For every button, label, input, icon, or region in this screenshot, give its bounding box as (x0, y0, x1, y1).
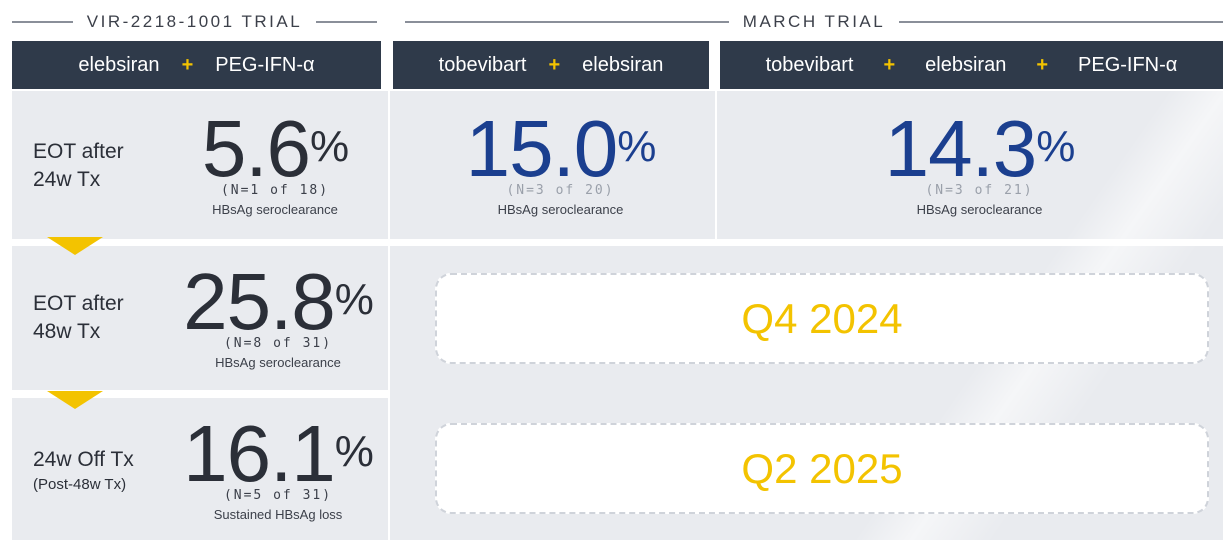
drug-name: elebsiran (582, 53, 664, 76)
combo-tobevibart-elebsiran: tobevibart + elebsiran (393, 41, 709, 89)
pending-q2-2025-box: Q2 2025 (435, 423, 1209, 514)
row-label-line: EOT after (33, 140, 124, 163)
drug-name: elebsiran (925, 53, 1007, 76)
row-label-eot-48w: EOT after 48w Tx (33, 290, 124, 346)
vir-trial-title: VIR-2218-1001 TRIAL (86, 12, 303, 31)
plus-sign: + (548, 53, 561, 76)
drug-name: PEG-IFN-α (1078, 53, 1178, 76)
stat-value: 16.1% (183, 409, 374, 498)
drug-name: tobevibart (765, 53, 854, 76)
drug-name: elebsiran (78, 53, 160, 76)
down-arrow-icon (47, 391, 103, 409)
pending-q4-2024-box: Q4 2024 (435, 273, 1209, 364)
row-label-line: EOT after (33, 292, 124, 315)
row-label-subline: (Post-48w Tx) (33, 476, 127, 493)
drug-name: tobevibart (438, 53, 527, 76)
stat-metric: Sustained HBsAg loss (213, 507, 343, 522)
combo-tobevibart-elebsiran-peg-ifn: tobevibart + elebsiran + PEG-IFN-α (720, 41, 1223, 89)
row-label-eot-24w: EOT after 24w Tx (33, 138, 124, 194)
stat-value: 15.0% (465, 104, 657, 193)
row-label-line: 48w Tx (33, 320, 101, 343)
plus-sign: + (181, 53, 194, 76)
drug-name: PEG-IFN-α (215, 53, 315, 76)
row-label-line: 24w Tx (33, 168, 101, 191)
stat-value: 14.3% (884, 104, 1076, 193)
stat-metric: HBsAg seroclearance (497, 202, 624, 217)
plus-sign: + (1036, 53, 1049, 76)
stat-march-dual-24w: 15.0% (N=3 of 20) HBsAg seroclearance (453, 104, 668, 218)
stat-value: 5.6% (201, 104, 349, 193)
row-label-off-tx: 24w Off Tx (Post-48w Tx) (33, 446, 134, 496)
stat-metric: HBsAg seroclearance (215, 355, 341, 370)
march-trial-title: MARCH TRIAL (742, 12, 886, 31)
combo-elebsiran-peg-ifn: elebsiran + PEG-IFN-α (12, 41, 381, 89)
header-rule (405, 21, 729, 23)
stat-vir-24w: 5.6% (N=1 of 18) HBsAg seroclearance (190, 104, 360, 218)
header-rule (316, 21, 377, 23)
stat-value: 25.8% (183, 257, 374, 346)
plus-sign: + (883, 53, 896, 76)
vir-trial-header: VIR-2218-1001 TRIAL (12, 8, 377, 36)
header-rule (12, 21, 73, 23)
down-arrow-icon (47, 237, 103, 255)
stat-march-triple-24w: 14.3% (N=3 of 21) HBsAg seroclearance (872, 104, 1087, 218)
stat-vir-48w: 25.8% (N=8 of 31) HBsAg seroclearance (168, 257, 388, 371)
stat-metric: HBsAg seroclearance (916, 202, 1043, 217)
pending-date: Q2 2025 (741, 444, 903, 492)
stat-metric: HBsAg seroclearance (212, 202, 338, 217)
row-label-line: 24w Off Tx (33, 448, 134, 471)
stat-vir-offtx: 16.1% (N=5 of 31) Sustained HBsAg loss (168, 409, 388, 523)
march-trial-header: MARCH TRIAL (405, 8, 1223, 36)
header-rule (899, 21, 1223, 23)
pending-date: Q4 2024 (741, 294, 903, 342)
